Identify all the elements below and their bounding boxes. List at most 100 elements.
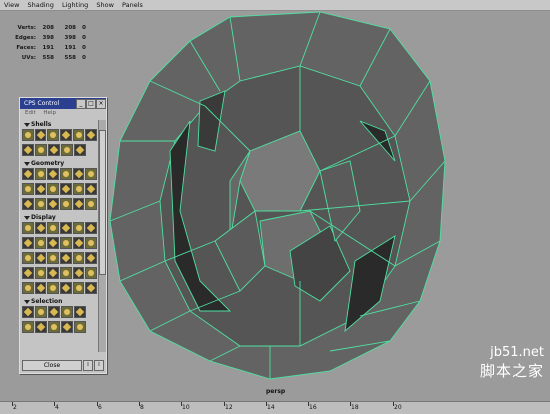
section-selection[interactable]: Selection	[22, 297, 97, 306]
display-tool-icon[interactable]	[60, 282, 72, 294]
geometry-tool-icon[interactable]	[22, 168, 34, 180]
hud-row-verts: Verts: 208 208 0	[6, 23, 96, 33]
display-tool-icon[interactable]	[47, 222, 60, 234]
geometry-tool-icon[interactable]	[34, 183, 47, 195]
selection-tool-icon[interactable]	[22, 306, 34, 318]
viewport-menubar: View Shading Lighting Show Panels	[0, 0, 550, 11]
display-tool-icon[interactable]	[85, 267, 97, 279]
display-tool-icon[interactable]	[34, 252, 47, 264]
display-tool-icon[interactable]	[22, 222, 34, 234]
display-tool-icon[interactable]	[72, 222, 85, 234]
selection-tool-icon[interactable]	[61, 321, 73, 333]
display-tool-icon[interactable]	[47, 252, 60, 264]
menu-shading[interactable]: Shading	[28, 0, 54, 10]
display-tool-icon[interactable]	[60, 237, 72, 249]
close-button[interactable]: Close	[22, 360, 82, 371]
geometry-tool-icon[interactable]	[60, 183, 72, 195]
display-tool-icon[interactable]	[85, 222, 97, 234]
display-tool-icon[interactable]	[34, 267, 47, 279]
shell-tool-icon[interactable]	[61, 144, 73, 156]
menu-panels[interactable]: Panels	[122, 0, 143, 10]
display-tool-icon[interactable]	[47, 282, 60, 294]
selection-tool-icon[interactable]	[48, 306, 60, 318]
cps-titlebar[interactable]: CPS Control _ □ ×	[20, 98, 106, 109]
display-tool-icon[interactable]	[85, 252, 97, 264]
hud-row-edges: Edges: 398 398 0	[6, 33, 96, 43]
hud-label: Faces:	[16, 45, 36, 51]
selection-tool-icon[interactable]	[35, 306, 47, 318]
display-tool-icon[interactable]	[34, 282, 47, 294]
shell-tool-icon[interactable]	[74, 144, 86, 156]
menu-show[interactable]: Show	[96, 0, 114, 10]
geometry-tool-icon[interactable]	[34, 168, 47, 180]
display-tool-icon[interactable]	[60, 267, 72, 279]
icon-row	[22, 306, 97, 320]
display-tool-icon[interactable]	[47, 267, 60, 279]
section-shells[interactable]: Shells	[22, 120, 97, 129]
selection-tool-icon[interactable]	[22, 321, 34, 333]
menu-lighting[interactable]: Lighting	[62, 0, 88, 10]
geometry-tool-icon[interactable]	[22, 198, 34, 210]
display-tool-icon[interactable]	[22, 282, 34, 294]
maximize-icon[interactable]: □	[86, 99, 96, 109]
hud-value: 0	[82, 25, 86, 31]
time-slider[interactable]: 2 4 6 8 10 12 14 16 18 20	[0, 401, 550, 414]
cps-scrollbar[interactable]	[98, 120, 106, 352]
cps-menu-edit[interactable]: Edit	[25, 110, 36, 116]
display-tool-icon[interactable]	[60, 222, 72, 234]
close-icon[interactable]: ×	[96, 99, 106, 109]
cps-menu-help[interactable]: Help	[43, 110, 56, 116]
selection-tool-icon[interactable]	[35, 321, 47, 333]
geometry-tool-icon[interactable]	[85, 168, 97, 180]
display-tool-icon[interactable]	[22, 237, 34, 249]
geometry-tool-icon[interactable]	[72, 198, 85, 210]
geometry-tool-icon[interactable]	[34, 198, 47, 210]
geometry-tool-icon[interactable]	[72, 168, 85, 180]
menu-view[interactable]: View	[4, 0, 19, 10]
shell-tool-icon[interactable]	[72, 129, 85, 141]
shell-tool-icon[interactable]	[35, 144, 47, 156]
shell-tool-icon[interactable]	[22, 129, 34, 141]
display-tool-icon[interactable]	[22, 267, 34, 279]
display-tool-icon[interactable]	[60, 252, 72, 264]
section-display[interactable]: Display	[22, 213, 97, 222]
geometry-tool-icon[interactable]	[72, 183, 85, 195]
selection-tool-icon[interactable]	[48, 321, 60, 333]
shell-tool-icon[interactable]	[47, 129, 60, 141]
geometry-tool-icon[interactable]	[60, 168, 72, 180]
scrollbar-thumb[interactable]	[99, 130, 106, 275]
geometry-tool-icon[interactable]	[47, 168, 60, 180]
shell-tool-icon[interactable]	[34, 129, 47, 141]
icon-row	[22, 282, 97, 296]
selection-tool-icon[interactable]	[74, 306, 86, 318]
selection-tool-icon[interactable]	[74, 321, 86, 333]
shell-tool-icon[interactable]	[22, 144, 34, 156]
hud-value: 558	[64, 55, 76, 61]
geometry-tool-icon[interactable]	[85, 183, 97, 195]
display-tool-icon[interactable]	[72, 267, 85, 279]
geometry-tool-icon[interactable]	[60, 198, 72, 210]
icon-row	[22, 267, 97, 281]
display-tool-icon[interactable]	[72, 237, 85, 249]
geometry-tool-icon[interactable]	[22, 183, 34, 195]
display-tool-icon[interactable]	[72, 252, 85, 264]
display-tool-icon[interactable]	[85, 237, 97, 249]
geometry-tool-icon[interactable]	[47, 198, 60, 210]
shell-tool-icon[interactable]	[60, 129, 72, 141]
option-button-b[interactable]: I	[94, 360, 104, 371]
shell-tool-icon[interactable]	[85, 129, 97, 141]
selection-tool-icon[interactable]	[61, 306, 73, 318]
shell-tool-icon[interactable]	[48, 144, 60, 156]
geometry-tool-icon[interactable]	[85, 198, 97, 210]
geometry-tool-icon[interactable]	[47, 183, 60, 195]
watermark: jb51.net 脚本之家	[480, 345, 544, 381]
minimize-icon[interactable]: _	[76, 99, 86, 109]
display-tool-icon[interactable]	[85, 282, 97, 294]
display-tool-icon[interactable]	[72, 282, 85, 294]
display-tool-icon[interactable]	[34, 237, 47, 249]
display-tool-icon[interactable]	[22, 252, 34, 264]
display-tool-icon[interactable]	[34, 222, 47, 234]
section-geometry[interactable]: Geometry	[22, 159, 97, 168]
display-tool-icon[interactable]	[47, 237, 60, 249]
option-button-a[interactable]: I	[83, 360, 93, 371]
